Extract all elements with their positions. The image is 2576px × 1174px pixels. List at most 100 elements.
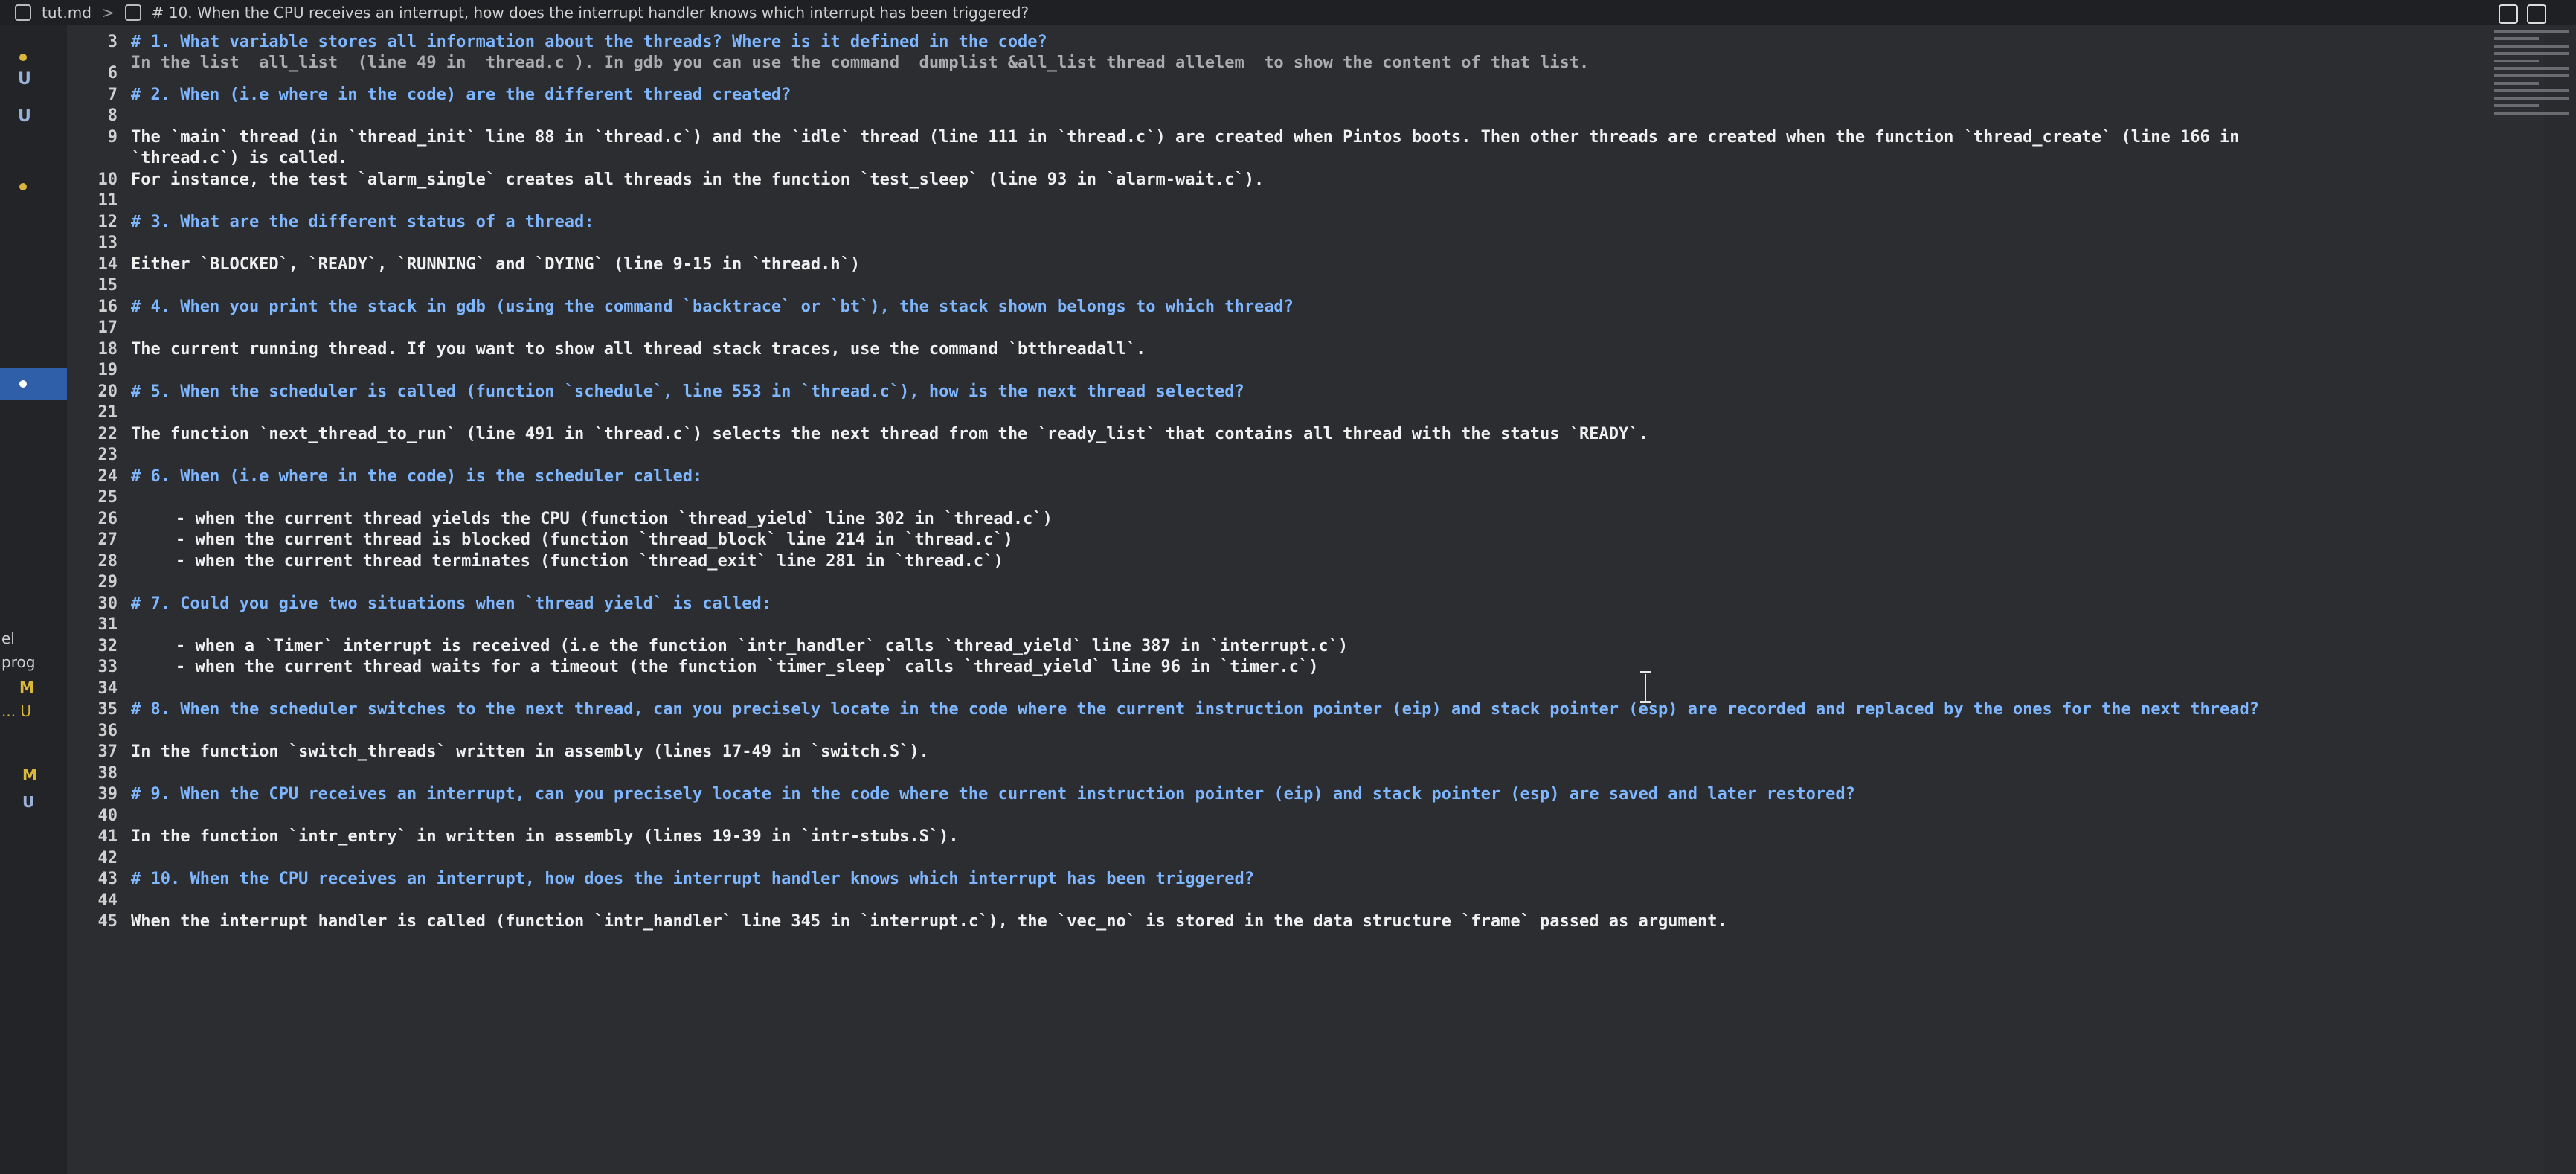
line-number: 6 — [107, 64, 118, 83]
heading-line[interactable]: 43 # 10. When the CPU receives an interru… — [67, 869, 1254, 890]
list-item[interactable]: 28 - when the current thread terminates (… — [67, 551, 1003, 571]
heading-line[interactable]: 20 # 5. When the scheduler is called (fun… — [67, 381, 1244, 402]
line-number: 25 — [97, 488, 118, 507]
text-line[interactable]: 17 — [67, 318, 131, 339]
line-number: 32 — [97, 636, 118, 655]
text-line[interactable]: 19 — [67, 360, 131, 381]
text-line[interactable]: 44 — [67, 890, 131, 911]
text-line[interactable]: 45 When the interrupt handler is called (… — [67, 911, 1727, 932]
preview-icon[interactable] — [2499, 4, 2518, 24]
heading-line[interactable]: 12 # 3. What are the different status of … — [67, 211, 594, 232]
minimap[interactable] — [2487, 25, 2576, 219]
text-line[interactable]: 13 — [67, 233, 131, 254]
text-line[interactable]: In the list all_list (line 49 in thread.… — [67, 53, 1589, 74]
text-line[interactable]: 40 — [67, 805, 131, 826]
minimap-line — [2494, 82, 2539, 85]
text-line[interactable]: `thread.c`) is called. — [67, 148, 347, 169]
git-status-label: ... U — [1, 702, 32, 720]
text-line[interactable]: 29 — [67, 572, 131, 593]
minimap-line — [2494, 52, 2569, 55]
line-number: 18 — [97, 339, 118, 359]
line-number: 13 — [97, 234, 118, 252]
text-line[interactable]: 21 — [67, 402, 131, 423]
text-line[interactable]: 8 — [67, 106, 131, 126]
breadcrumb-file[interactable]: tut.md — [42, 4, 91, 22]
line-number: 43 — [97, 870, 118, 888]
text-line[interactable]: 23 — [67, 445, 131, 466]
heading-line[interactable]: 3 # 1. What variable stores all informati… — [67, 31, 1047, 52]
minimap-line — [2494, 60, 2539, 62]
text-line[interactable]: 11 — [67, 190, 131, 211]
list-item[interactable]: 32 - when a `Timer` interrupt is received… — [67, 635, 1349, 656]
line-number: 12 — [97, 212, 118, 231]
line-number: 7 — [107, 85, 118, 104]
line-text: - when the current thread waits for a ti… — [176, 658, 1319, 676]
text-line[interactable]: 34 — [67, 678, 131, 699]
minimap-line — [2494, 104, 2539, 107]
minimap-line — [2494, 30, 2569, 33]
text-line[interactable]: 31 — [67, 615, 131, 635]
line-text: `thread.c`) is called. — [131, 149, 348, 167]
line-number: 11 — [97, 191, 118, 210]
heading-line[interactable]: 30 # 7. Could you give two situations whe… — [67, 593, 771, 614]
minimap-line — [2494, 97, 2569, 100]
line-text: The `main` thread (in `thread_init` line… — [131, 127, 2240, 147]
minimap-line — [2494, 112, 2569, 115]
minimap-line — [2494, 37, 2539, 40]
line-number: 39 — [97, 785, 118, 803]
active-file-indicator[interactable] — [0, 368, 67, 400]
line-number: 16 — [97, 297, 118, 316]
line-number: 19 — [97, 361, 118, 379]
line-text: # 9. When the CPU receives an interrupt,… — [131, 785, 1855, 803]
heading-line[interactable]: 35 # 8. When the scheduler switches to th… — [67, 699, 2259, 720]
text-line[interactable]: 38 — [67, 763, 131, 783]
text-line[interactable]: 18 The current running thread. If you wan… — [67, 339, 1146, 359]
text-line[interactable]: 41 In the function `intr_entry` in writte… — [67, 827, 959, 847]
line-number: 30 — [97, 594, 118, 613]
git-status-untracked: U — [22, 793, 35, 811]
list-item[interactable]: 33 - when the current thread waits for a … — [67, 657, 1319, 678]
text-line[interactable]: 22 The function `next_thread_to_run` (lin… — [67, 423, 1648, 444]
markdown-editor[interactable]: 3 # 1. What variable stores all informati… — [67, 25, 2544, 1174]
line-text: - when the current thread terminates (fu… — [176, 551, 1003, 571]
line-number: 26 — [97, 509, 118, 528]
heading-line[interactable]: 7 # 2. When (i.e where in the code) are t… — [67, 84, 791, 105]
line-number: 34 — [97, 679, 118, 698]
split-editor-icon[interactable] — [2527, 4, 2546, 24]
text-line[interactable]: 10 For instance, the test `alarm_single` … — [67, 169, 1265, 190]
explorer-gutter: U U el prog M ... U M U — [0, 25, 68, 1174]
line-number: 24 — [97, 466, 118, 486]
explorer-item-label[interactable]: el — [1, 629, 15, 647]
git-status-untracked: U — [18, 70, 31, 89]
line-number: 3 — [107, 32, 118, 51]
line-text: # 5. When the scheduler is called (funct… — [131, 382, 1244, 401]
text-line[interactable]: 42 — [67, 847, 131, 868]
line-text: For instance, the test `alarm_single` cr… — [131, 170, 1265, 189]
line-number: 33 — [97, 658, 118, 676]
text-line[interactable]: 37 In the function `switch_threads` writt… — [67, 742, 929, 763]
heading-line[interactable]: 16 # 4. When you print the stack in gdb (… — [67, 296, 1294, 317]
line-text: # 8. When the scheduler switches to the … — [131, 700, 2259, 719]
heading-line[interactable]: 24 # 6. When (i.e where in the code) is t… — [67, 466, 703, 487]
line-text: - when the current thread yields the CPU… — [176, 509, 1053, 528]
line-number: 28 — [97, 551, 118, 571]
editor-actions — [2499, 4, 2546, 24]
line-number: 20 — [97, 382, 118, 401]
text-line[interactable]: 14 Either `BLOCKED`, `READY`, `RUNNING` a… — [67, 254, 861, 275]
text-line[interactable]: 25 — [67, 487, 131, 508]
text-line[interactable]: 6 — [67, 63, 131, 84]
heading-line[interactable]: 39 # 9. When the CPU receives an interrup… — [67, 784, 1855, 805]
list-item[interactable]: 26 - when the current thread yields the C… — [67, 508, 1053, 529]
breadcrumb-section[interactable]: # 10. When the CPU receives an interrupt… — [152, 4, 1029, 22]
text-line[interactable]: 36 — [67, 720, 131, 741]
list-item[interactable]: 27 - when the current thread is blocked (… — [67, 530, 1013, 551]
text-line[interactable]: 9 The `main` thread (in `thread_init` lin… — [67, 126, 2240, 147]
git-status-untracked: U — [18, 107, 31, 126]
line-number: 37 — [97, 742, 118, 761]
line-number: 21 — [97, 403, 118, 422]
line-number: 8 — [107, 106, 118, 125]
line-text: - when a `Timer` interrupt is received (… — [176, 636, 1349, 655]
minimap-line — [2494, 67, 2569, 70]
explorer-item-label[interactable]: prog — [1, 653, 35, 671]
text-line[interactable]: 15 — [67, 275, 131, 296]
